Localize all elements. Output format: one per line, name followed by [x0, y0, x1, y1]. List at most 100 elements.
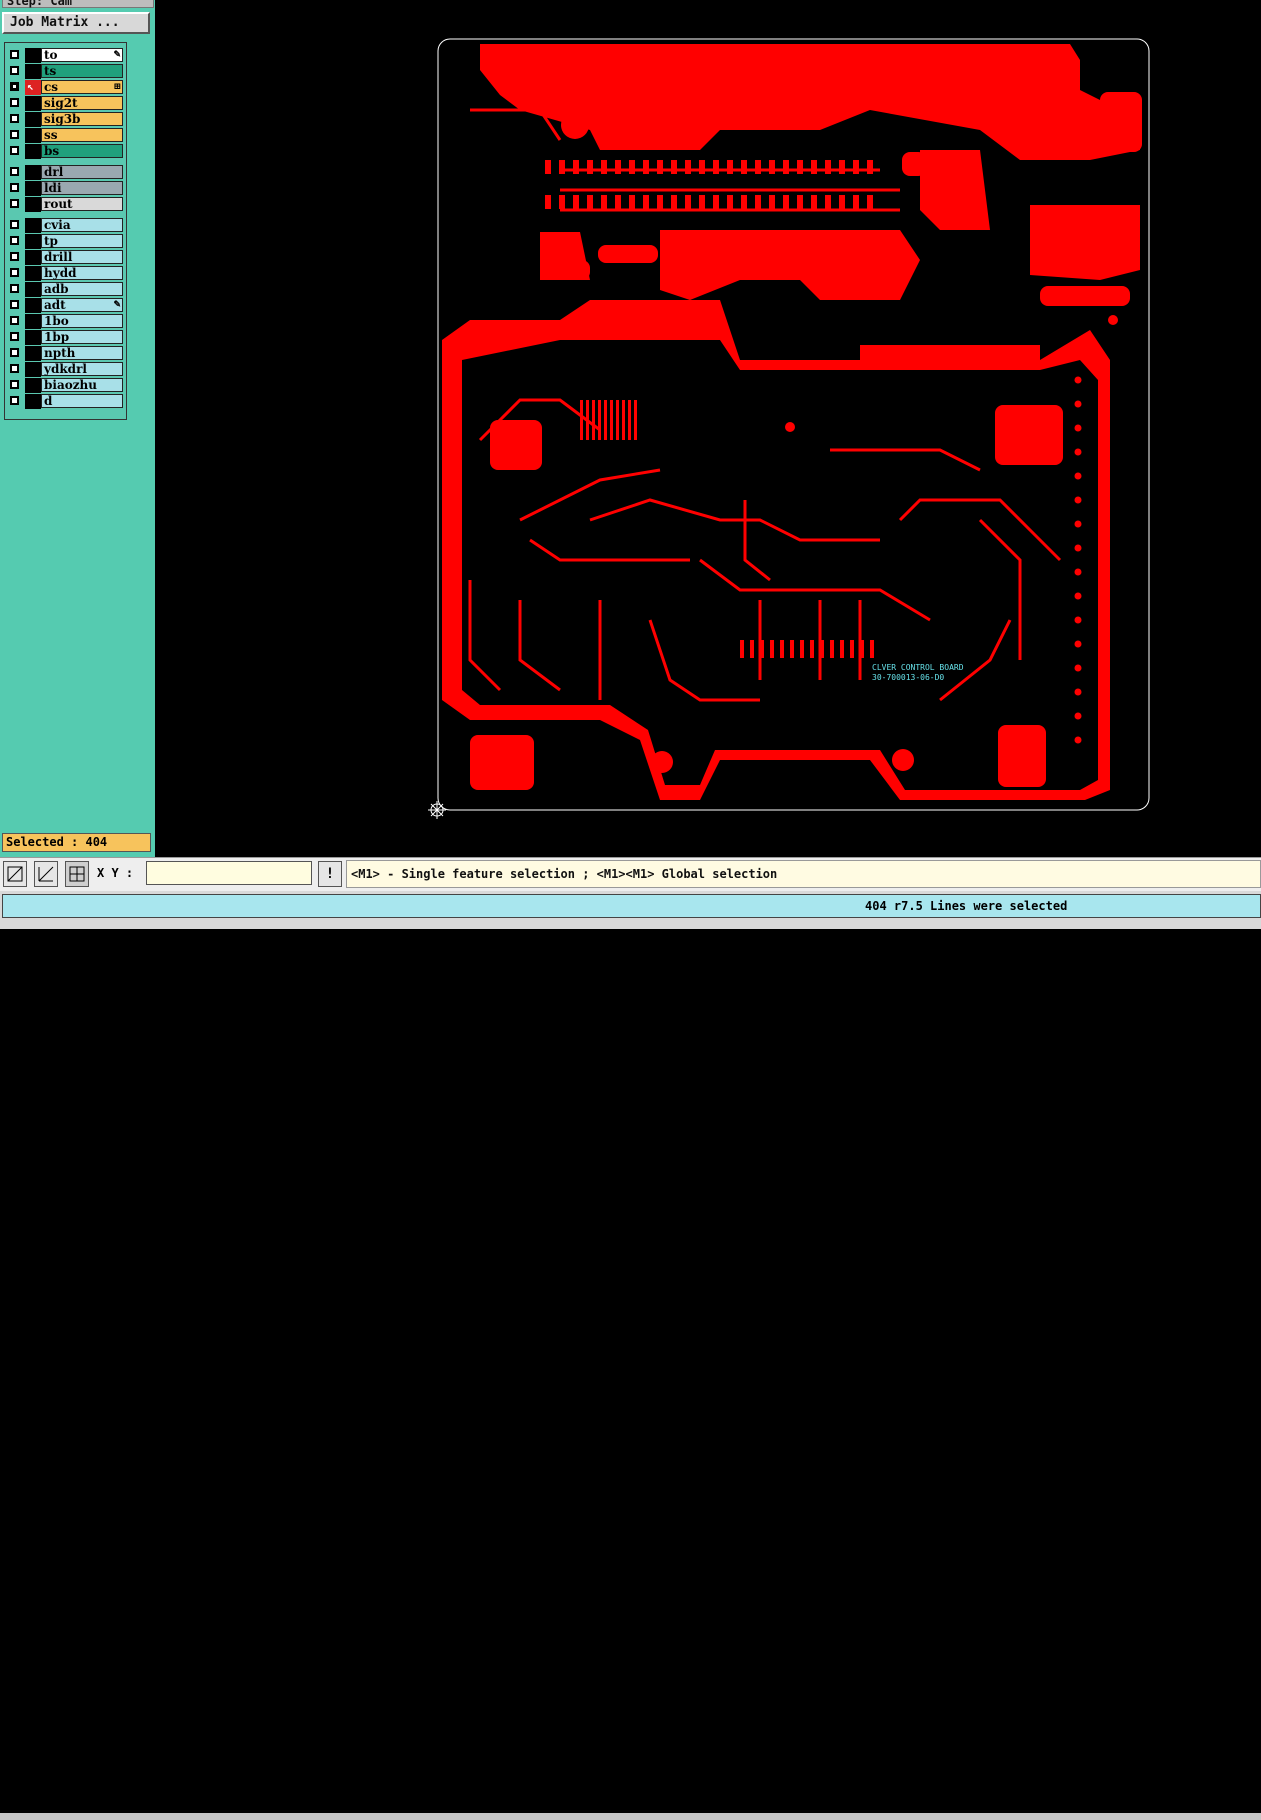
- layer-row-ldi[interactable]: ldi: [7, 181, 125, 196]
- ic-pin-9: [634, 400, 637, 440]
- layer-name: ts: [41, 64, 123, 78]
- layer-row-1bp[interactable]: 1bp: [7, 330, 125, 345]
- layer-flag-icon: ✎: [113, 50, 121, 60]
- via-column-12: [1074, 664, 1082, 672]
- silk-part-number: 30-700013-06-D0: [872, 673, 944, 682]
- layer-row-bs[interactable]: bs: [7, 144, 125, 159]
- copper-pour-3: [660, 230, 920, 300]
- via-row-1: [732, 752, 738, 758]
- smd-pad-mid-21: [839, 195, 845, 209]
- layer-checkbox[interactable]: [10, 66, 19, 75]
- layer-checkbox[interactable]: [10, 183, 19, 192]
- layer-row-to[interactable]: to ✎: [7, 48, 125, 63]
- layer-marker: [25, 48, 41, 63]
- layer-checkbox[interactable]: [10, 130, 19, 139]
- layer-row-hydd[interactable]: hydd: [7, 266, 125, 281]
- layer-row-sig2t[interactable]: sig2t: [7, 96, 125, 111]
- smd-pad-mid-12: [713, 195, 719, 209]
- layer-checkbox[interactable]: [10, 199, 19, 208]
- layer-row-drl[interactable]: drl: [7, 165, 125, 180]
- layer-row-ts[interactable]: ts: [7, 64, 125, 79]
- grid-icon: [69, 866, 85, 882]
- info-button[interactable]: !: [318, 861, 342, 887]
- layer-row-sig3b[interactable]: sig3b: [7, 112, 125, 127]
- layer-checkbox[interactable]: [10, 316, 19, 325]
- layer-row-ss[interactable]: ss: [7, 128, 125, 143]
- layer-name: ss: [41, 128, 123, 142]
- command-toolbar: X Y : ! <M1> - Single feature selection …: [0, 857, 1261, 892]
- layer-name: drill: [41, 250, 123, 264]
- layer-checkbox[interactable]: [10, 380, 19, 389]
- measure-tool-button[interactable]: [34, 861, 58, 887]
- xy-coordinate-input[interactable]: [146, 861, 312, 885]
- grid-snap-button[interactable]: [65, 861, 89, 887]
- layer-checkbox[interactable]: [10, 167, 19, 176]
- smd-pad-mid-1: [559, 195, 565, 209]
- layer-row-1bo[interactable]: 1bo: [7, 314, 125, 329]
- ic-pin-2: [592, 400, 595, 440]
- layer-checkbox[interactable]: [10, 82, 19, 91]
- layer-marker: [25, 144, 41, 159]
- layer-row-ydkdrl[interactable]: ydkdrl: [7, 362, 125, 377]
- layer-row-tp[interactable]: tp: [7, 234, 125, 249]
- select-rect-tool-button[interactable]: [3, 861, 27, 887]
- layer-row-d[interactable]: d: [7, 394, 125, 409]
- layer-row-cvia[interactable]: cvia: [7, 218, 125, 233]
- layer-checkbox[interactable]: [10, 252, 19, 261]
- layer-marker: [25, 165, 41, 180]
- job-matrix-button[interactable]: Job Matrix ...: [2, 12, 150, 34]
- layer-checkbox[interactable]: [10, 98, 19, 107]
- layer-marker: [25, 330, 41, 345]
- layer-checkbox[interactable]: [10, 396, 19, 405]
- smd-pad-lower-3: [770, 640, 774, 658]
- smd-pad-top-1: [559, 160, 565, 174]
- via-row-0: [722, 752, 728, 758]
- via-row-3: [752, 752, 758, 758]
- layer-row-drill[interactable]: drill: [7, 250, 125, 265]
- smd-pad-top-11: [699, 160, 705, 174]
- via-row-2: [742, 752, 748, 758]
- xy-label: X Y :: [97, 866, 134, 880]
- layer-row-adb[interactable]: adb: [7, 282, 125, 297]
- smd-pad-top-8: [657, 160, 663, 174]
- smd-pad-top-7: [643, 160, 649, 174]
- pcb-board-graphic[interactable]: CLVER CONTROL BOARD 30-700013-06-D0: [155, 0, 1261, 857]
- layer-row-biaozhu[interactable]: biaozhu: [7, 378, 125, 393]
- layer-row-adt[interactable]: adt ✎: [7, 298, 125, 313]
- layer-checkbox[interactable]: [10, 50, 19, 59]
- via-pad-2: [622, 113, 650, 141]
- via-pad-4: [945, 77, 965, 97]
- layer-checkbox[interactable]: [10, 268, 19, 277]
- layer-checkbox[interactable]: [10, 332, 19, 341]
- layer-row-npth[interactable]: npth: [7, 346, 125, 361]
- smd-pad-lower-13: [870, 640, 874, 658]
- layer-checkbox[interactable]: [10, 300, 19, 309]
- select-rect-icon: [7, 866, 23, 882]
- silk-board-name: CLVER CONTROL BOARD: [872, 663, 964, 672]
- layer-checkbox[interactable]: [10, 146, 19, 155]
- layer-marker: [25, 64, 41, 79]
- ic-pin-6: [616, 400, 619, 440]
- pad-4: [1100, 92, 1142, 152]
- pad-0: [470, 735, 534, 790]
- smd-pad-mid-11: [699, 195, 705, 209]
- smd-pad-top-3: [587, 160, 593, 174]
- layer-checkbox[interactable]: [10, 364, 19, 373]
- layer-checkbox[interactable]: [10, 220, 19, 229]
- smd-pad-top-20: [825, 160, 831, 174]
- layer-checkbox[interactable]: [10, 348, 19, 357]
- layer-checkbox[interactable]: [10, 284, 19, 293]
- smd-pad-lower-2: [760, 640, 764, 658]
- layer-name: d: [41, 394, 123, 408]
- layer-name: sig2t: [41, 96, 123, 110]
- pcb-canvas[interactable]: CLVER CONTROL BOARD 30-700013-06-D0: [155, 0, 1261, 857]
- layer-checkbox[interactable]: [10, 114, 19, 123]
- via-row-15: [872, 752, 878, 758]
- layer-row-cs[interactable]: cs⊞: [7, 80, 125, 95]
- smd-pad-top-5: [615, 160, 621, 174]
- layer-name: cs ⊞: [41, 80, 123, 94]
- layer-row-rout[interactable]: rout: [7, 197, 125, 212]
- ic-pin-4: [604, 400, 607, 440]
- layer-checkbox[interactable]: [10, 236, 19, 245]
- layer-marker: [25, 314, 41, 329]
